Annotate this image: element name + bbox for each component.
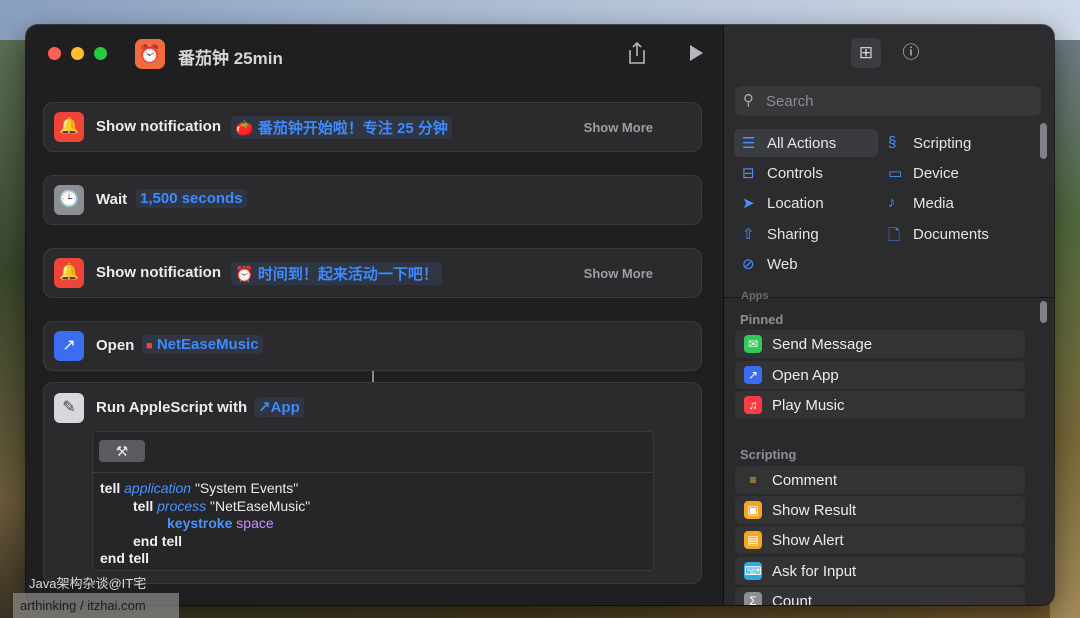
close-button[interactable] xyxy=(48,47,61,60)
search-placeholder: Search xyxy=(766,93,814,110)
desktop-wallpaper-right xyxy=(1050,40,1080,618)
arrow-up-right-icon: ↗ xyxy=(54,331,84,361)
category-media[interactable]: ♪ Media xyxy=(880,189,1024,217)
actions-scrollbar[interactable] xyxy=(1040,301,1047,323)
apps-section-heading: Apps xyxy=(741,290,769,302)
category-sharing[interactable]: ⇧ Sharing xyxy=(734,220,878,248)
action-label: Open xyxy=(96,337,135,354)
count-icon: Σ xyxy=(744,592,762,605)
scripting-count[interactable]: Σ Count xyxy=(735,587,1025,605)
action-label: Show notification xyxy=(96,264,221,281)
clock-icon: 🕒 xyxy=(54,185,84,215)
bell-icon: 🔔 xyxy=(54,258,84,288)
scripting-ask-for-input[interactable]: ⌨ Ask for Input xyxy=(735,557,1025,585)
document-icon: 🗋 xyxy=(888,227,901,244)
scripting-heading: Scripting xyxy=(740,447,797,462)
category-controls[interactable]: ⊟ Controls xyxy=(734,159,878,187)
pinned-open-app[interactable]: ↗ Open App xyxy=(735,361,1025,389)
action-open-app[interactable]: ↗ Open ■ NetEaseMusic xyxy=(43,321,702,371)
script-code[interactable]: tell application "System Events" tell pr… xyxy=(100,480,310,568)
action-library-sidebar: ⊞ ⓘ ⚲ Search ☰ All Actions ⊟ Controls ➤ … xyxy=(723,25,1054,605)
run-button[interactable] xyxy=(687,41,705,71)
zoom-button[interactable] xyxy=(94,47,107,60)
action-wait[interactable]: 🕒 Wait 1,500 seconds xyxy=(43,175,702,225)
action-label: Wait xyxy=(96,191,128,208)
pinned-play-music[interactable]: ♫ Play Music xyxy=(735,391,1025,419)
notification-text-token[interactable]: ⏰ 时间到！起来活动一下吧！ xyxy=(231,262,442,285)
category-scrollbar[interactable] xyxy=(1040,123,1047,159)
toggles-icon: ⊟ xyxy=(742,165,755,182)
bell-icon: 🔔 xyxy=(54,112,84,142)
action-show-notification[interactable]: 🔔 Show notification 🍅 番茄钟开始啦！专注 25 分钟 Sh… xyxy=(43,102,702,152)
alarm-clock-icon[interactable]: ⏰ xyxy=(135,39,165,69)
comment-lines-icon: ≡ xyxy=(744,471,762,489)
action-run-applescript[interactable]: ✎ Run AppleScript with ↗App ⚒ tell appli… xyxy=(43,382,702,584)
app-token[interactable]: ■ NetEaseMusic xyxy=(142,335,263,354)
script-editor[interactable]: ⚒ tell application "System Events" tell … xyxy=(92,431,654,571)
arrow-up-right-icon: ↗ xyxy=(744,366,762,384)
script-toolbar: ⚒ xyxy=(93,432,653,473)
category-location[interactable]: ➤ Location xyxy=(734,189,878,217)
scripting-icon: § xyxy=(888,134,897,151)
list-icon: ☰ xyxy=(742,135,756,152)
scripting-show-alert[interactable]: ▤ Show Alert xyxy=(735,526,1025,554)
show-more-button[interactable]: Show More xyxy=(584,266,653,281)
watermark-banner: arthinking / itzhai.com xyxy=(13,593,179,618)
search-field[interactable]: ⚲ Search xyxy=(735,86,1041,116)
category-panel: ⊞ ⓘ ⚲ Search ☰ All Actions ⊟ Controls ➤ … xyxy=(724,25,1054,302)
music-icon: ♫ xyxy=(744,396,762,414)
minimize-button[interactable] xyxy=(71,47,84,60)
show-more-button[interactable]: Show More xyxy=(584,120,653,135)
compass-icon: ⊘ xyxy=(742,256,755,273)
pinned-send-message[interactable]: ✉ Send Message xyxy=(735,330,1025,358)
category-web[interactable]: ⊘ Web xyxy=(734,250,878,278)
shortcut-editor: ⏰ 番茄钟 25min 🔔 Show notification 🍅 番茄钟开始啦… xyxy=(26,25,723,605)
message-icon: ✉ xyxy=(744,335,762,353)
hammer-icon[interactable]: ⚒ xyxy=(99,440,145,462)
category-all-actions[interactable]: ☰ All Actions xyxy=(734,129,878,157)
input-icon: ⌨ xyxy=(744,562,762,580)
share-icon[interactable] xyxy=(627,41,647,71)
location-arrow-icon: ➤ xyxy=(742,195,755,212)
action-show-notification[interactable]: 🔔 Show notification ⏰ 时间到！起来活动一下吧！ Show … xyxy=(43,248,702,298)
category-device[interactable]: ▭ Device xyxy=(880,159,1024,187)
watermark-text: Java架构杂谈@IT宅 xyxy=(29,576,147,591)
info-icon[interactable]: ⓘ xyxy=(896,38,926,68)
search-icon: ⚲ xyxy=(743,92,754,109)
display-icon: ▭ xyxy=(888,165,903,182)
action-label: Show notification xyxy=(96,118,221,135)
library-icon[interactable]: ⊞ xyxy=(851,38,881,68)
titlebar: ⏰ 番茄钟 25min xyxy=(26,25,723,85)
music-note-icon: ♪ xyxy=(888,194,896,211)
pinned-heading: Pinned xyxy=(740,312,784,327)
scripting-show-result[interactable]: ▣ Show Result xyxy=(735,496,1025,524)
script-icon: ✎ xyxy=(54,393,84,423)
app-variable-token[interactable]: ↗App xyxy=(254,397,304,417)
share-icon: ⇧ xyxy=(742,226,755,243)
category-scripting[interactable]: § Scripting xyxy=(880,129,1024,157)
result-icon: ▣ xyxy=(744,501,762,519)
alert-icon: ▤ xyxy=(744,531,762,549)
shortcut-title[interactable]: 番茄钟 25min xyxy=(178,44,283,69)
scripting-comment[interactable]: ≡ Comment xyxy=(735,466,1025,494)
wait-duration-token[interactable]: 1,500 seconds xyxy=(136,189,247,208)
shortcuts-window: ⏰ 番茄钟 25min 🔔 Show notification 🍅 番茄钟开始啦… xyxy=(26,25,1054,605)
action-label: Run AppleScript with xyxy=(96,399,248,416)
notification-text-token[interactable]: 🍅 番茄钟开始啦！专注 25 分钟 xyxy=(231,116,452,139)
category-documents[interactable]: 🗋 Documents xyxy=(880,220,1024,248)
